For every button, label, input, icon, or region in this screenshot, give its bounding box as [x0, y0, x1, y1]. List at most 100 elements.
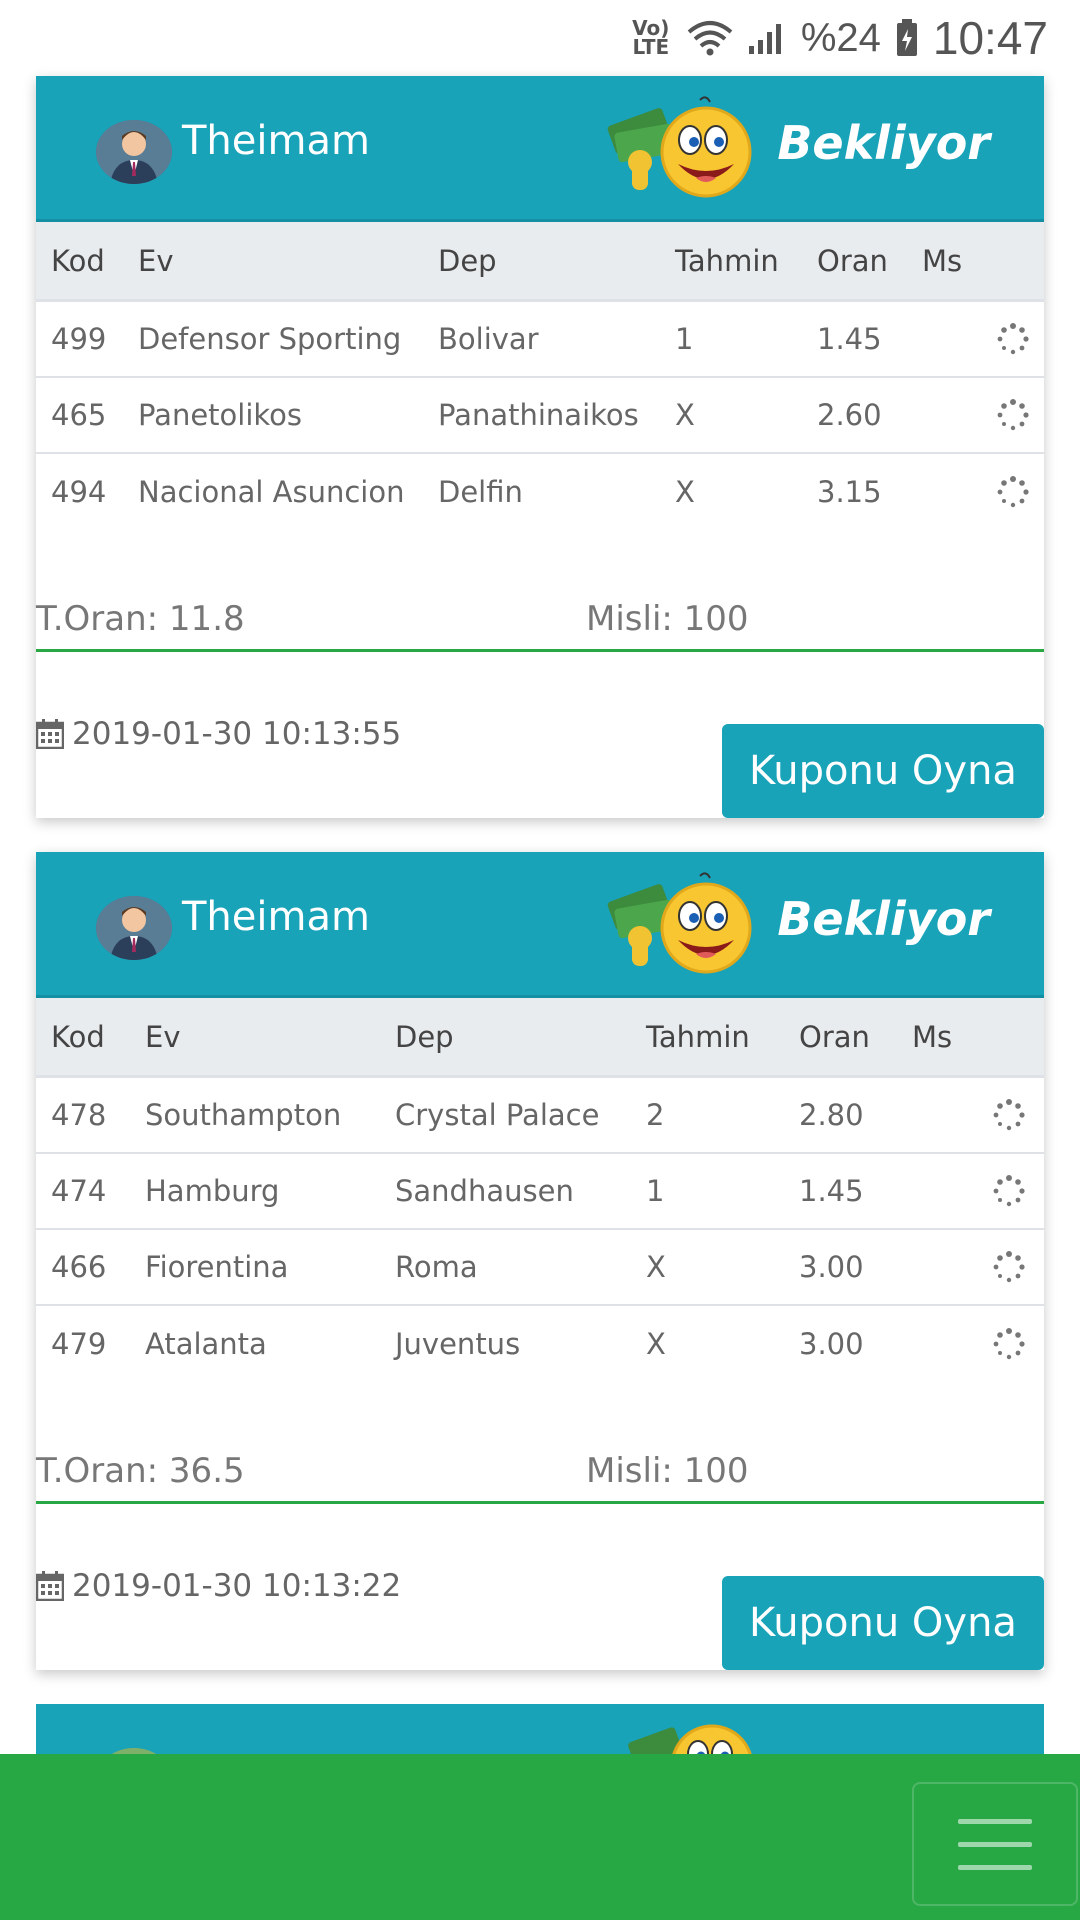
- date-text: 2019-01-30 10:13:55: [72, 716, 402, 752]
- table-row[interactable]: 466 Fiorentina Roma X 3.00: [36, 1230, 1044, 1306]
- coupon-date: 2019-01-30 10:13:55: [36, 716, 401, 752]
- cell-oran: 1.45: [817, 322, 882, 356]
- coupon-card: Theimam Bekliyor Kod Ev Dep Tahmin Oran …: [36, 852, 1044, 1670]
- col-ms: Ms: [922, 243, 963, 278]
- misli: Misli: 100: [586, 1451, 749, 1491]
- cell-dep: Sandhausen: [395, 1174, 574, 1208]
- cell-ev: Hamburg: [145, 1174, 280, 1208]
- cell-tahmin: X: [675, 398, 695, 432]
- cell-ev: Southampton: [145, 1098, 342, 1132]
- cell-ms: [907, 322, 1044, 356]
- menu-line: [958, 1864, 1032, 1870]
- card-footer: 2019-01-30 10:13:55 Kuponu Oyna: [36, 652, 1044, 818]
- avatar[interactable]: [96, 120, 172, 184]
- play-coupon-button[interactable]: Kuponu Oyna: [722, 724, 1044, 818]
- cell-kod: 465: [51, 398, 107, 432]
- status-label: Bekliyor: [777, 116, 990, 170]
- col-kod: Kod: [51, 1019, 105, 1054]
- cell-dep: Panathinaikos: [438, 398, 639, 432]
- col-kod: Kod: [51, 243, 105, 278]
- signal-icon: [747, 18, 787, 58]
- cell-oran: 3.00: [799, 1250, 864, 1284]
- col-ev: Ev: [145, 1019, 181, 1054]
- coupon-card: Theimam Bekliyor Kod Ev Dep Tahmin Oran …: [36, 76, 1044, 818]
- table-row[interactable]: 478 Southampton Crystal Palace 2 2.80: [36, 1078, 1044, 1154]
- loading-spinner-icon: [993, 1251, 1025, 1283]
- cell-ms: [907, 398, 1044, 432]
- date-text: 2019-01-30 10:13:22: [72, 1568, 402, 1604]
- table-row[interactable]: 474 Hamburg Sandhausen 1 1.45: [36, 1154, 1044, 1230]
- cell-tahmin: X: [646, 1327, 666, 1361]
- table-body: 499 Defensor Sporting Bolivar 1 1.45 465…: [36, 302, 1044, 530]
- avatar[interactable]: [96, 896, 172, 960]
- table-header-row: Kod Ev Dep Tahmin Oran Ms: [36, 222, 1044, 302]
- cell-tahmin: 1: [675, 322, 694, 356]
- total-odds: T.Oran: 36.5: [36, 1451, 245, 1491]
- table-row[interactable]: 499 Defensor Sporting Bolivar 1 1.45: [36, 302, 1044, 378]
- cell-ev: Panetolikos: [138, 398, 303, 432]
- status-bar: Vo) LTE %24 10:47: [0, 0, 1080, 76]
- cell-dep: Bolivar: [438, 322, 539, 356]
- cell-oran: 2.60: [817, 398, 882, 432]
- cell-dep: Crystal Palace: [395, 1098, 600, 1132]
- col-tahmin: Tahmin: [646, 1019, 750, 1054]
- username[interactable]: Theimam: [182, 118, 370, 164]
- clock: 10:47: [932, 12, 1048, 64]
- cell-kod: 466: [51, 1250, 107, 1284]
- table-header-row: Kod Ev Dep Tahmin Oran Ms: [36, 998, 1044, 1078]
- cell-ev: Nacional Asuncion: [138, 475, 405, 509]
- col-ms: Ms: [912, 1019, 953, 1054]
- money-emoji-icon: [606, 94, 756, 204]
- cell-tahmin: 2: [646, 1098, 665, 1132]
- col-dep: Dep: [395, 1019, 454, 1054]
- username[interactable]: Theimam: [182, 894, 370, 940]
- cell-kod: 474: [51, 1174, 107, 1208]
- cell-oran: 3.15: [817, 475, 882, 509]
- cell-dep: Juventus: [395, 1327, 521, 1361]
- table-row[interactable]: 494 Nacional Asuncion Delfin X 3.15: [36, 454, 1044, 530]
- loading-spinner-icon: [993, 1328, 1025, 1360]
- hamburger-menu-icon[interactable]: [912, 1782, 1078, 1906]
- col-ev: Ev: [138, 243, 174, 278]
- misli: Misli: 100: [586, 599, 749, 639]
- play-coupon-button[interactable]: Kuponu Oyna: [722, 1576, 1044, 1670]
- cell-oran: 2.80: [799, 1098, 864, 1132]
- loading-spinner-icon: [997, 476, 1029, 508]
- cell-tahmin: X: [646, 1250, 666, 1284]
- totals-row: T.Oran: 36.5 Misli: 100: [36, 1442, 1044, 1504]
- cell-oran: 3.00: [799, 1327, 864, 1361]
- cell-ev: Fiorentina: [145, 1250, 289, 1284]
- loading-spinner-icon: [993, 1099, 1025, 1131]
- card-header: Theimam Bekliyor: [36, 76, 1044, 222]
- battery-percent: %24: [800, 15, 881, 60]
- status-label: Bekliyor: [777, 892, 990, 946]
- col-dep: Dep: [438, 243, 497, 278]
- table-body: 478 Southampton Crystal Palace 2 2.80 47…: [36, 1078, 1044, 1382]
- cell-dep: Roma: [395, 1250, 478, 1284]
- table-row[interactable]: 479 Atalanta Juventus X 3.00: [36, 1306, 1044, 1382]
- bottom-nav-bar: [0, 1754, 1080, 1920]
- battery-icon: [895, 18, 919, 58]
- menu-line: [958, 1841, 1032, 1847]
- cell-ev: Atalanta: [145, 1327, 267, 1361]
- cell-tahmin: X: [675, 475, 695, 509]
- table-row[interactable]: 465 Panetolikos Panathinaikos X 2.60: [36, 378, 1044, 454]
- total-odds: T.Oran: 11.8: [36, 599, 245, 639]
- cell-kod: 499: [51, 322, 107, 356]
- menu-line: [958, 1818, 1032, 1824]
- loading-spinner-icon: [997, 399, 1029, 431]
- cell-kod: 494: [51, 475, 107, 509]
- card-footer: 2019-01-30 10:13:22 Kuponu Oyna: [36, 1504, 1044, 1670]
- cell-ms: [897, 1098, 1044, 1132]
- money-emoji-icon: [606, 870, 756, 980]
- cell-kod: 478: [51, 1098, 107, 1132]
- col-oran: Oran: [817, 243, 888, 278]
- calendar-icon: [36, 719, 64, 749]
- cell-ms: [897, 1174, 1044, 1208]
- card-header: Theimam Bekliyor: [36, 852, 1044, 998]
- col-tahmin: Tahmin: [675, 243, 779, 278]
- cell-ms: [897, 1250, 1044, 1284]
- loading-spinner-icon: [993, 1175, 1025, 1207]
